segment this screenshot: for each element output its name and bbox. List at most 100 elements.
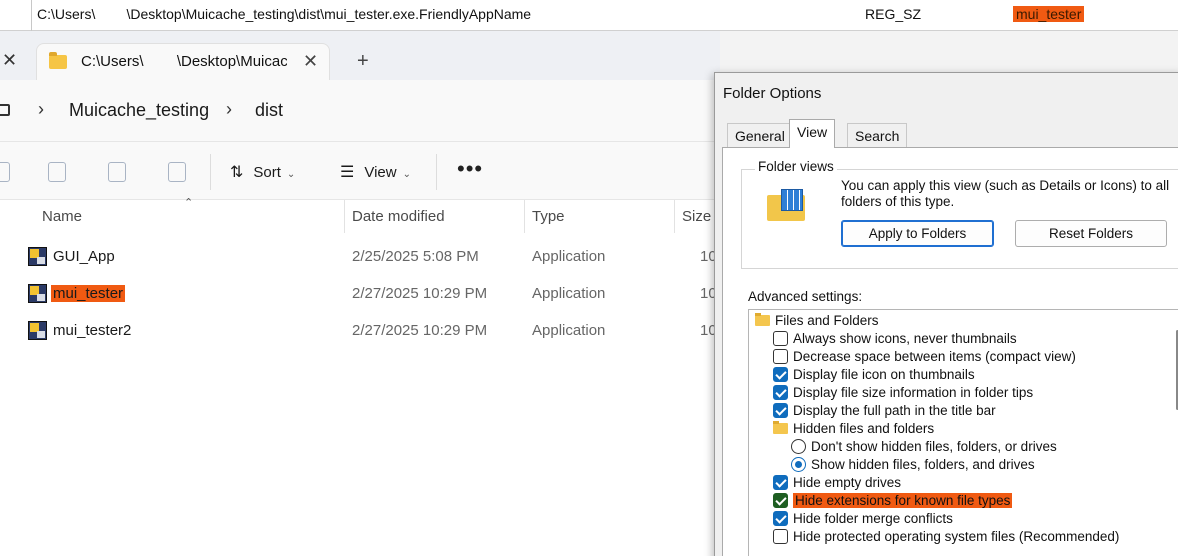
registry-value-type: REG_SZ (865, 6, 922, 22)
setting-checkbox[interactable]: Always show icons, never thumbnails (749, 330, 1169, 348)
setting-label: Display file size information in folder … (793, 385, 1034, 400)
setting-label: Hide extensions for known file types (793, 493, 1013, 508)
view-button[interactable]: ☰ View ⌄ (340, 162, 411, 182)
reset-folders-button[interactable]: Reset Folders (1015, 220, 1167, 247)
grid-view-icon (781, 189, 803, 211)
sort-icon: ⇅ (230, 164, 244, 181)
checkbox[interactable] (773, 331, 788, 346)
folder-options-dialog: Folder Options General View Search Folde… (714, 72, 1178, 556)
sort-button[interactable]: ⇅ Sort ⌄ (230, 162, 295, 182)
file-date: 2/27/2025 10:29 PM (352, 322, 488, 339)
setting-checkbox[interactable]: Decrease space between items (compact vi… (749, 348, 1169, 366)
view-label: View (364, 164, 397, 181)
setting-label: Hidden files and folders (793, 421, 935, 436)
setting-label: Files and Folders (775, 313, 879, 328)
setting-label: Hide protected operating system files (R… (793, 529, 1120, 544)
checkbox[interactable] (773, 385, 788, 400)
setting-checkbox[interactable]: Display file icon on thumbnails (749, 366, 1169, 384)
setting-radio[interactable]: Show hidden files, folders, and drives (749, 456, 1169, 474)
more-options-icon[interactable]: ••• (457, 156, 483, 182)
setting-label: Always show icons, never thumbnails (793, 331, 1017, 346)
radio-button[interactable] (791, 439, 806, 454)
setting-checkbox[interactable]: Display file size information in folder … (749, 384, 1169, 402)
checkbox[interactable] (773, 349, 788, 364)
file-row-mui-tester2[interactable]: mui_tester2 2/27/2025 10:29 PM Applicati… (0, 312, 720, 349)
delete-icon[interactable] (168, 162, 186, 182)
column-header-size[interactable]: Size (682, 208, 711, 225)
setting-label: Decrease space between items (compact vi… (793, 349, 1076, 364)
chevron-right-icon[interactable]: › (226, 99, 232, 120)
registry-value-data: mui_tester (1013, 6, 1085, 22)
column-header-type[interactable]: Type (532, 208, 565, 225)
breadcrumb-muicache-testing[interactable]: Muicache_testing (69, 100, 209, 121)
checkbox[interactable] (773, 511, 788, 526)
sort-ascending-icon: ⌃ (184, 197, 194, 209)
explorer-tab-title: C:\Users\ \Desktop\Muicac (81, 53, 287, 70)
setting-checkbox[interactable]: Display the full path in the title bar (749, 402, 1169, 420)
view-list-icon: ☰ (340, 164, 355, 181)
setting-label: Display file icon on thumbnails (793, 367, 975, 382)
this-pc-icon[interactable] (0, 104, 10, 116)
close-icon[interactable]: ✕ (2, 50, 17, 71)
file-name: mui_tester2 (53, 322, 132, 339)
setting-checkbox[interactable]: Hide folder merge conflicts (749, 510, 1169, 528)
column-header-name[interactable]: Name (42, 208, 82, 225)
registry-value-path: C:\Users\ \Desktop\Muicache_testing\dist… (37, 6, 532, 22)
dialog-title: Folder Options (723, 85, 822, 102)
checkbox[interactable] (773, 493, 788, 508)
setting-checkbox[interactable]: Hide extensions for known file types (749, 492, 1169, 510)
column-divider[interactable] (524, 200, 525, 233)
checkbox[interactable] (773, 475, 788, 490)
sort-label: Sort (253, 164, 281, 181)
folder-views-legend: Folder views (755, 159, 837, 174)
column-header-date-modified[interactable]: Date modified (352, 208, 445, 225)
setting-checkbox[interactable]: Hide protected operating system files (R… (749, 528, 1169, 546)
tab-close-icon[interactable]: ✕ (303, 51, 318, 72)
file-date: 2/25/2025 5:08 PM (352, 248, 479, 265)
setting-label: Show hidden files, folders, and drives (811, 457, 1035, 472)
file-type: Application (532, 285, 606, 302)
checkbox[interactable] (773, 403, 788, 418)
registry-column-divider (31, 0, 32, 31)
file-row-gui-app[interactable]: GUI_App 2/25/2025 5:08 PM Application 10 (0, 238, 720, 275)
registry-row[interactable]: C:\Users\ \Desktop\Muicache_testing\dist… (0, 0, 1178, 31)
copy-icon[interactable] (0, 162, 10, 182)
file-date: 2/27/2025 10:29 PM (352, 285, 488, 302)
breadcrumb-dist[interactable]: dist (255, 100, 283, 121)
checkbox[interactable] (773, 529, 788, 544)
command-bar: ⇅ Sort ⌄ ☰ View ⌄ ••• (0, 142, 720, 200)
column-divider[interactable] (344, 200, 345, 233)
new-tab-plus-icon[interactable]: + (357, 50, 369, 73)
toolbar-divider (436, 154, 437, 190)
tab-search[interactable]: Search (847, 123, 908, 147)
folder-icon (773, 421, 788, 434)
file-type: Application (532, 322, 606, 339)
file-name-highlighted: mui_tester (51, 285, 126, 302)
application-icon (28, 321, 47, 340)
folder-views-icon (767, 189, 805, 221)
folder-icon (49, 52, 67, 69)
chevron-down-icon: ⌄ (402, 169, 411, 180)
radio-button[interactable] (791, 457, 806, 472)
setting-label: Display the full path in the title bar (793, 403, 996, 418)
setting-folder: Hidden files and folders (749, 420, 1169, 438)
explorer-tab[interactable]: C:\Users\ \Desktop\Muicac ✕ (36, 43, 330, 80)
file-explorer-window: ✕ C:\Users\ \Desktop\Muicac ✕ + › Muicac… (0, 31, 720, 556)
share-icon[interactable] (108, 162, 126, 182)
column-divider[interactable] (674, 200, 675, 233)
setting-radio[interactable]: Don't show hidden files, folders, or dri… (749, 438, 1169, 456)
application-icon (28, 247, 47, 266)
address-bar[interactable]: › Muicache_testing › dist (0, 80, 720, 142)
advanced-settings-tree[interactable]: Files and Folders Always show icons, neve… (748, 309, 1178, 556)
column-header-row: ⌃ Name Date modified Type Size (0, 197, 720, 233)
rename-icon[interactable] (48, 162, 66, 182)
apply-to-folders-button[interactable]: Apply to Folders (841, 220, 994, 247)
chevron-right-icon[interactable]: › (38, 99, 44, 120)
tab-view[interactable]: View (789, 119, 836, 148)
file-row-mui-tester[interactable]: mui_tester 2/27/2025 10:29 PM Applicatio… (0, 275, 720, 312)
checkbox[interactable] (773, 367, 788, 382)
setting-checkbox[interactable]: Hide empty drives (749, 474, 1169, 492)
explorer-tab-bar: ✕ C:\Users\ \Desktop\Muicac ✕ + (0, 31, 720, 80)
setting-label: Hide folder merge conflicts (793, 511, 953, 526)
tab-general[interactable]: General (727, 123, 793, 147)
